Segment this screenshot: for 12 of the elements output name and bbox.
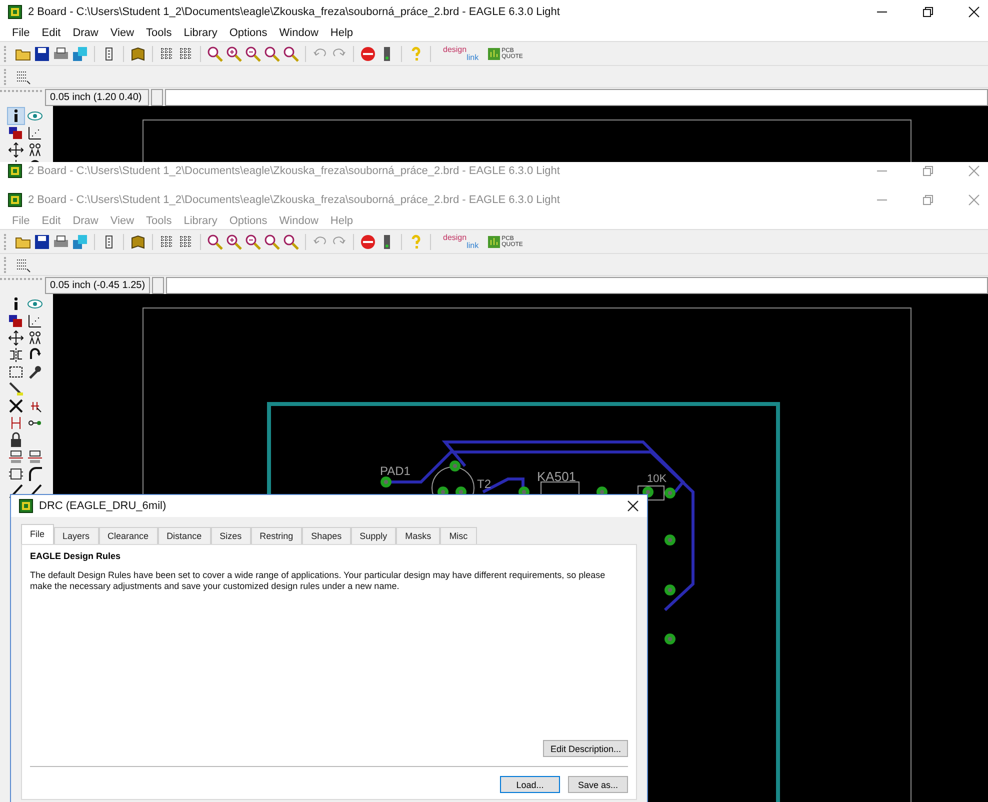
component-label: KA501	[537, 469, 576, 484]
coordinate-display: 0.05 inch (-0.45 1.25)	[45, 277, 150, 294]
window-title: 2 Board - C:\Users\Student 1_2\Documents\eagle\Zkouska_freza\souborná_práce_2.brd - EAGLE 6.3.0 Light	[28, 6, 560, 18]
description-text: The default Design Rules have been set to cover a wide range of applications. Your particular design may have different requirements, so please make the necessary adjustments and save your customized design rules under a new name.	[30, 570, 606, 592]
component-label: T2	[477, 477, 492, 491]
coordinate-display: 0.05 inch (1.20 0.40)	[45, 89, 149, 106]
window-title: 2 Board - C:\Users\Student 1_2\Documents\eagle\Zkouska_freza\souborná_práce_2.brd - EAGLE 6.3.0 Light	[28, 165, 560, 177]
component-label: PAD1	[380, 464, 410, 478]
component-label: 10K	[647, 473, 667, 485]
panel-heading: EAGLE Design Rules	[30, 551, 122, 561]
window-title: 2 Board - C:\Users\Student 1_2\Documents\eagle\Zkouska_freza\souborná_práce_2.brd - EAGLE 6.3.0 Light	[28, 194, 560, 206]
dialog-title: DRC (EAGLE_DRU_6mil)	[39, 500, 166, 512]
